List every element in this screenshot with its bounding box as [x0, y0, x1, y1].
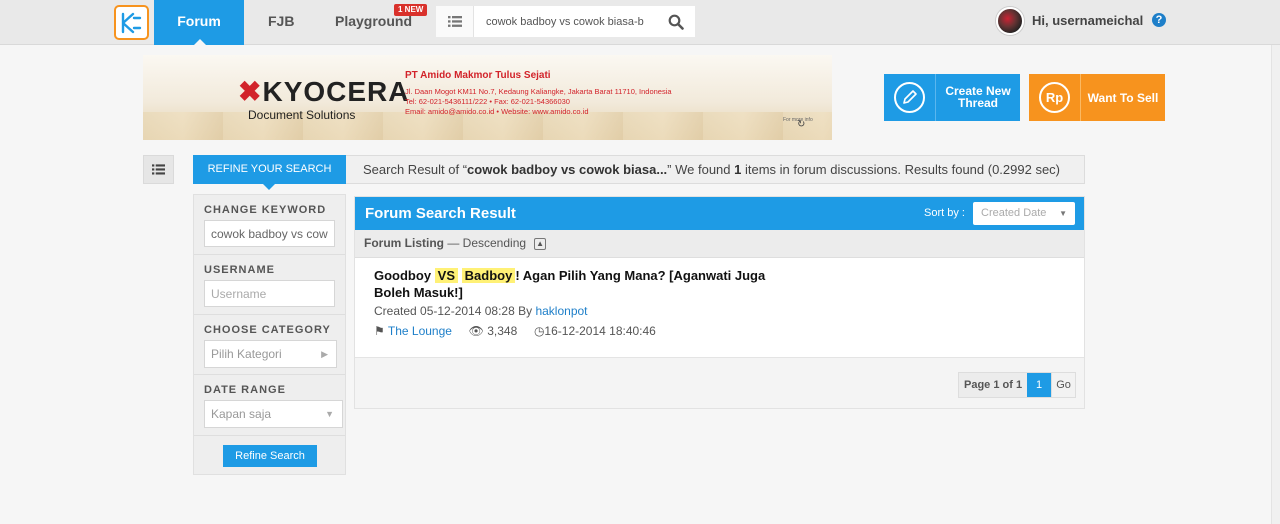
filter-username-label: USERNAME [204, 264, 275, 276]
banner-more-info: For more info [783, 117, 813, 123]
avatar[interactable] [996, 7, 1024, 35]
result-title: Forum Search Result [365, 205, 516, 222]
category-menu-button[interactable] [436, 6, 474, 37]
pagination-bar: Page 1 of 1 1 Go [355, 358, 1084, 408]
user-greeting[interactable]: Hi, usernameichal [1032, 13, 1143, 28]
filter-date-label: DATE RANGE [204, 384, 286, 396]
rupiah-icon: Rp [1039, 82, 1070, 113]
refine-search-button[interactable]: Refine Search [223, 445, 317, 467]
kyocera-mark-icon: ✖ [238, 76, 263, 107]
forum-listing-label: Forum Listing [364, 236, 444, 250]
thread-views: 3,348 [487, 324, 518, 338]
category-select[interactable]: Pilih Kategori ▶ [204, 340, 337, 368]
kyocera-wordmark: KYOCERA [262, 76, 410, 107]
banner-division: Document Solutions [248, 108, 356, 122]
nav-tab-forum[interactable]: Forum [154, 0, 244, 46]
eye-icon: 👁 [468, 324, 484, 338]
pencil-icon [894, 82, 925, 113]
category-select-value: Pilih Kategori [211, 347, 282, 361]
global-search-box [474, 6, 695, 37]
search-result-summary: Search Result of “cowok badboy vs cowok … [346, 155, 1085, 184]
refine-search-tab-label: REFINE YOUR SEARCH [207, 163, 332, 175]
banner-phone: Tel: 62-021-5436111/222 • Fax: 62-021-54… [405, 97, 570, 106]
scrollbar[interactable] [1271, 45, 1280, 524]
nav-tab-forum-label: Forum [177, 13, 221, 29]
highlight-term: Badboy [461, 268, 516, 283]
active-tab-caret [193, 39, 207, 46]
banner-contact: Email: amido@amido.co.id • Website: www.… [405, 107, 589, 116]
sort-select[interactable]: Created Date ▼ [973, 202, 1075, 225]
want-to-sell-button[interactable]: Rp Want To Sell [1029, 74, 1165, 121]
page-info: Page 1 of 1 [964, 379, 1023, 391]
sort-select-value: Created Date [981, 207, 1047, 219]
create-thread-label: Create New Thread [936, 85, 1020, 109]
filter-keyword-section: CHANGE KEYWORD [194, 195, 345, 255]
filter-category-label: CHOOSE CATEGORY [204, 324, 331, 336]
forum-listing-bar: Forum Listing — Descending ▲ [355, 230, 1084, 258]
forum-listing-order: — Descending [444, 236, 527, 250]
pagination: Page 1 of 1 1 Go [958, 372, 1077, 398]
search-icon[interactable] [668, 14, 684, 30]
filter-username-section: USERNAME [194, 255, 345, 315]
summary-prefix: Search Result of “ [363, 162, 468, 177]
clock-icon: ◷ [533, 324, 545, 338]
collapse-icon[interactable]: ▲ [534, 237, 547, 250]
kaskus-logo[interactable] [114, 5, 149, 40]
help-icon[interactable]: ? [1152, 13, 1166, 27]
go-button[interactable]: Go [1051, 373, 1076, 397]
chevron-down-icon: ▼ [1059, 209, 1067, 218]
chevron-down-icon: ▼ [325, 409, 334, 419]
highlight-term: VS [434, 268, 459, 283]
thread-created-text: Created 05-12-2014 08:28 By [374, 304, 536, 318]
thread-meta: ⚑ The Lounge 👁 3,348 ◷16-12-2014 18:40:4… [374, 324, 804, 338]
kaskus-logo-icon [121, 12, 142, 34]
username-input[interactable] [204, 280, 335, 307]
nav-tab-fjb[interactable]: FJB [268, 0, 294, 45]
global-search-input[interactable] [486, 13, 656, 30]
top-navbar: Forum FJB Playground 1 NEW Hi, usernamei… [0, 0, 1280, 46]
result-header: Forum Search Result Sort by : Created Da… [355, 197, 1084, 230]
want-to-sell-label: Want To Sell [1087, 91, 1159, 105]
list-icon [152, 164, 165, 175]
thread-author-link[interactable]: haklonpot [535, 304, 587, 318]
summary-mid: ” We found [667, 162, 735, 177]
forum-search-result-panel: Forum Search Result Sort by : Created Da… [354, 196, 1085, 409]
thread-created-line: Created 05-12-2014 08:28 By haklonpot [374, 304, 804, 318]
thread-title-start: Goodboy [374, 268, 435, 283]
create-thread-label-line2: Thread [957, 96, 998, 110]
sort-by-label: Sort by : [924, 207, 965, 219]
chevron-right-icon: ▶ [321, 349, 328, 359]
tag-icon: ⚑ [374, 324, 385, 338]
summary-suffix: items in forum discussions. Results foun… [741, 162, 1061, 177]
kyocera-logo: ✖KYOCERA [238, 75, 409, 108]
want-to-sell-icon-box: Rp [1029, 74, 1081, 121]
ad-banner[interactable]: ✖KYOCERA Document Solutions PT Amido Mak… [143, 55, 832, 140]
summary-query: cowok badboy vs cowok biasa... [467, 162, 668, 177]
thread-last-post: 16-12-2014 18:40:46 [544, 324, 656, 338]
refine-tab-caret [263, 184, 275, 190]
banner-contact-block: Jl. Daan Mogot KM11 No.7, Kedaung Kalian… [405, 87, 672, 117]
banner-company: PT Amido Makmor Tulus Sejati [405, 70, 551, 81]
new-badge: 1 NEW [394, 4, 428, 16]
thread-title[interactable]: Goodboy VS Badboy! Agan Pilih Yang Mana?… [374, 267, 804, 301]
create-thread-icon-box [884, 74, 936, 121]
create-thread-button[interactable]: Create New Thread [884, 74, 1020, 121]
filter-keyword-label: CHANGE KEYWORD [204, 204, 327, 216]
sidebar-toggle-button[interactable] [143, 155, 174, 184]
banner-address: Jl. Daan Mogot KM11 No.7, Kedaung Kalian… [405, 87, 672, 96]
filter-category-section: CHOOSE CATEGORY Pilih Kategori ▶ [194, 315, 345, 375]
date-range-select-value: Kapan saja [211, 407, 272, 421]
thread-category-link[interactable]: The Lounge [388, 324, 452, 338]
keyword-input[interactable] [204, 220, 335, 247]
filter-date-section: DATE RANGE Kapan saja ▼ [194, 375, 345, 436]
page-1-button[interactable]: 1 [1027, 373, 1052, 397]
list-item: Goodboy VS Badboy! Agan Pilih Yang Mana?… [374, 267, 804, 338]
refine-search-tab[interactable]: REFINE YOUR SEARCH [193, 155, 346, 190]
list-icon [448, 16, 462, 27]
date-range-select[interactable]: Kapan saja ▼ [204, 400, 343, 428]
refine-filter-panel: CHANGE KEYWORD USERNAME CHOOSE CATEGORY … [193, 194, 346, 475]
